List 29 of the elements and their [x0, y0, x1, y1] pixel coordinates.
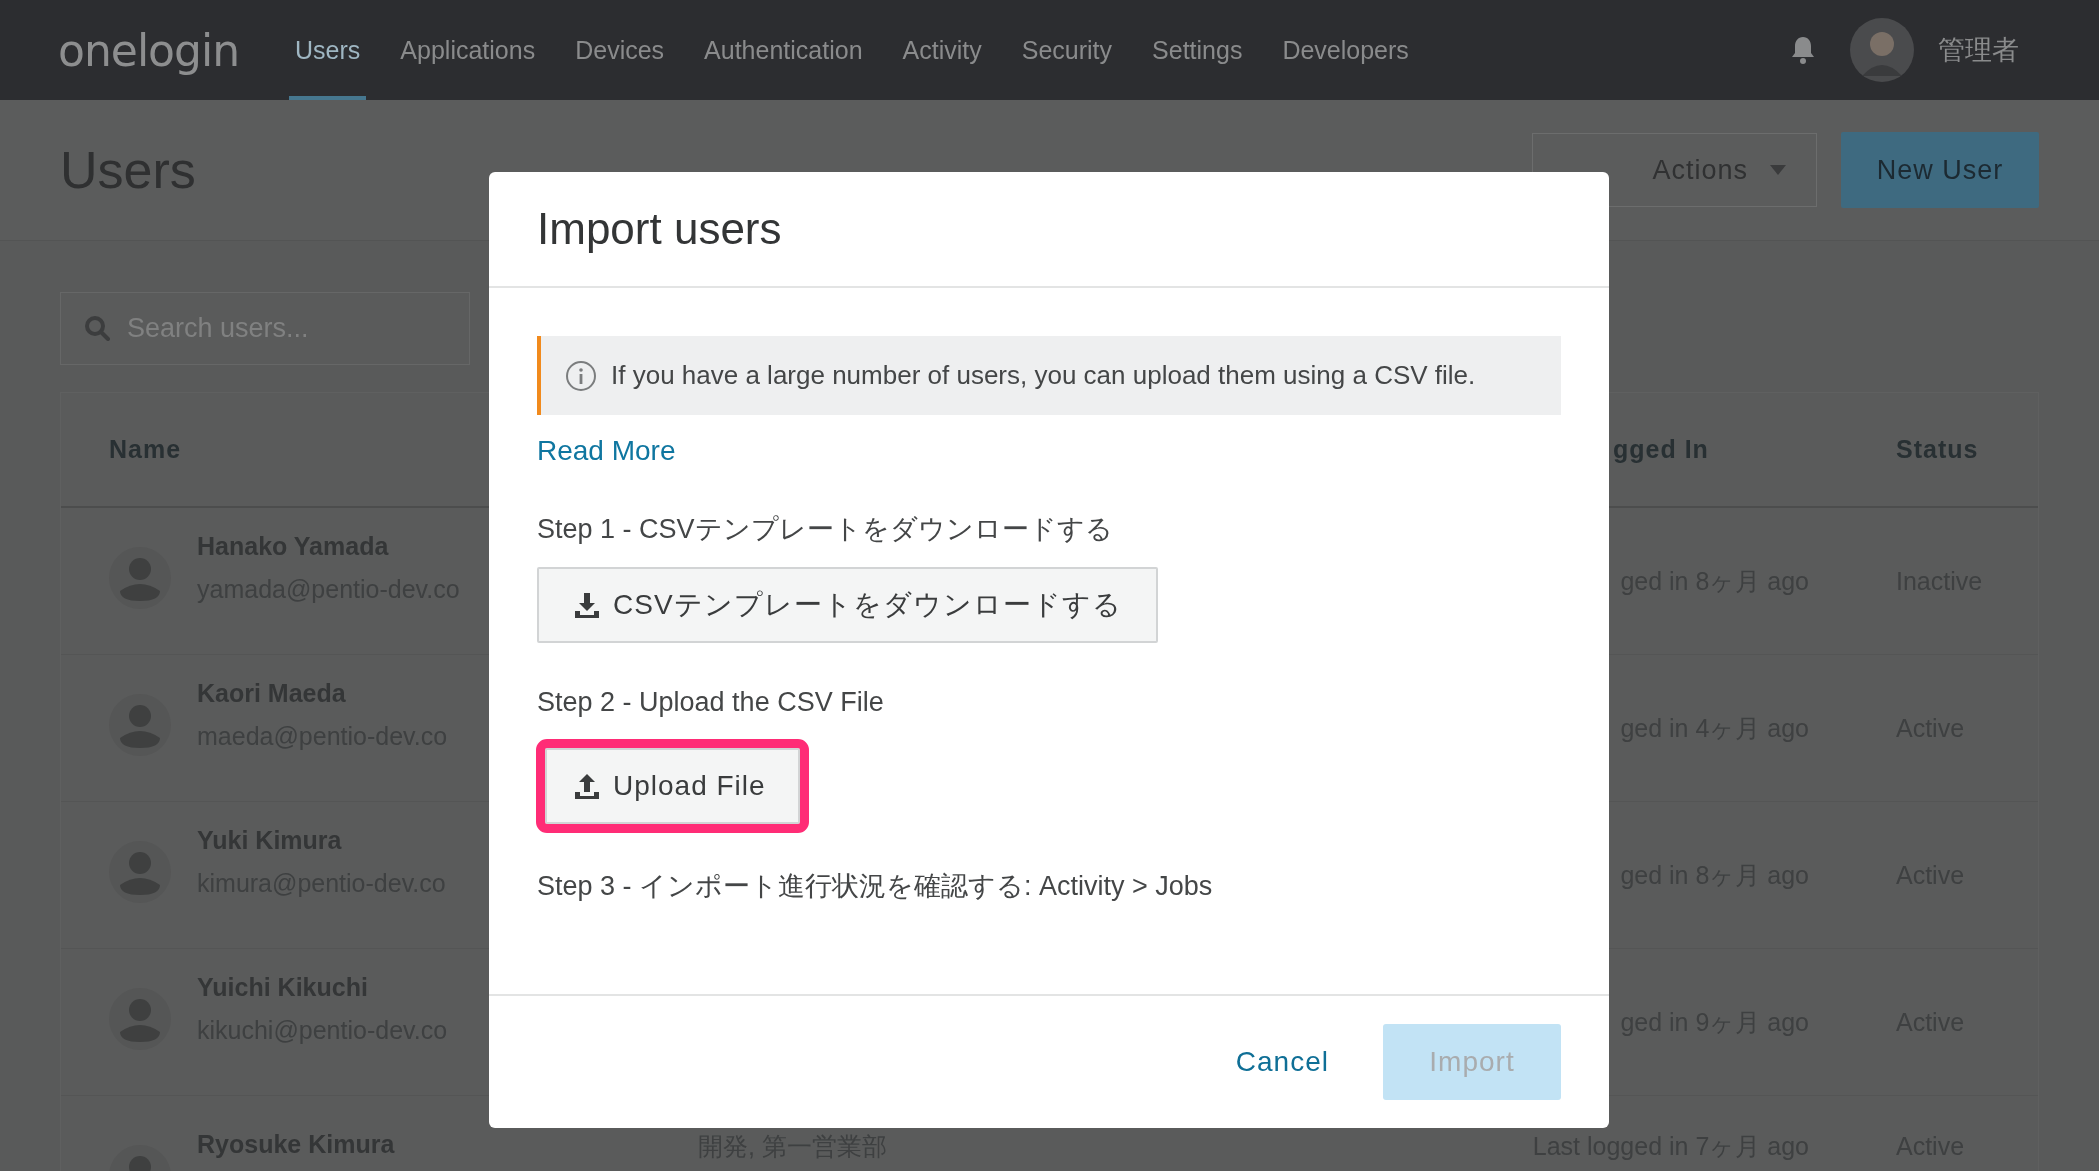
- info-icon: [565, 359, 597, 392]
- avatar-icon: [109, 988, 171, 1050]
- avatar-icon: [109, 694, 171, 756]
- logo[interactable]: onelogin: [58, 24, 240, 76]
- nav-tab[interactable]: Security: [1015, 0, 1119, 100]
- cancel-button[interactable]: Cancel: [1229, 1045, 1335, 1079]
- nav-tab[interactable]: Settings: [1146, 0, 1249, 100]
- download-icon: [573, 591, 601, 619]
- step-label: Step 1 - CSVテンプレートをダウンロードする: [537, 513, 1113, 546]
- step-label: Step 3 - インポート進行状況を確認する: Activity > Jobs: [537, 870, 1213, 903]
- step-label: Step 2 - Upload the CSV File: [537, 687, 884, 718]
- dialog-title: Import users: [537, 204, 782, 254]
- user-name[interactable]: 管理者: [1938, 32, 2019, 68]
- avatar-icon: [109, 547, 171, 609]
- read-more-link[interactable]: Read More: [537, 435, 676, 467]
- avatar-icon: [109, 841, 171, 903]
- user-avatar[interactable]: [1850, 18, 1914, 82]
- bell-icon[interactable]: [1790, 35, 1816, 65]
- nav-tab[interactable]: Activity: [896, 0, 988, 100]
- caret-icon: [1770, 165, 1786, 175]
- new-user-button[interactable]: New User: [1841, 132, 2039, 208]
- nav-tab[interactable]: Applications: [394, 0, 542, 100]
- nav-tab[interactable]: Devices: [569, 0, 671, 100]
- search-icon: [84, 315, 110, 341]
- nav-tab[interactable]: Developers: [1276, 0, 1415, 100]
- notice-text: If you have a large number of users, you can upload them using a CSV file.: [611, 360, 1476, 391]
- upload-icon: [573, 772, 601, 800]
- download-template-button[interactable]: CSVテンプレートをダウンロードする: [537, 567, 1158, 643]
- nav-tab[interactable]: Authentication: [698, 0, 869, 100]
